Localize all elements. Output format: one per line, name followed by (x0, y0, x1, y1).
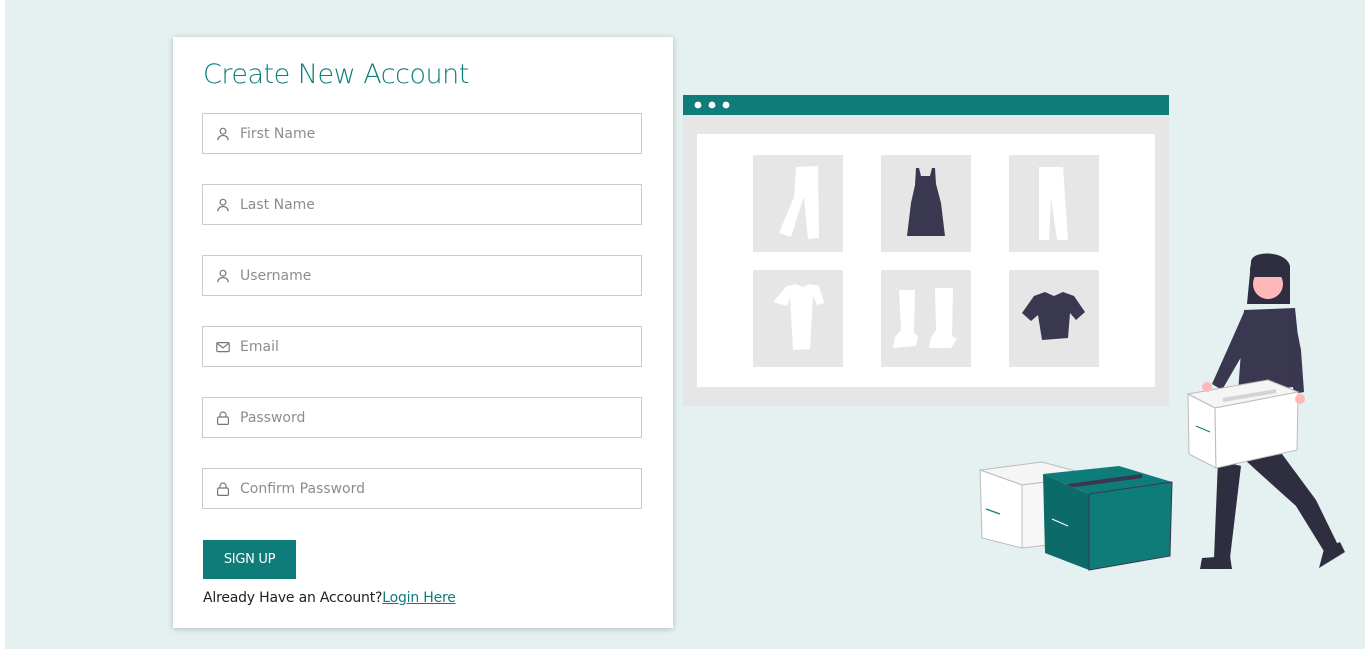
person-illustration (1186, 253, 1345, 569)
browser-window-illustration (683, 95, 1169, 406)
shopping-illustration (683, 95, 1345, 571)
boxes-illustration (979, 461, 1173, 571)
